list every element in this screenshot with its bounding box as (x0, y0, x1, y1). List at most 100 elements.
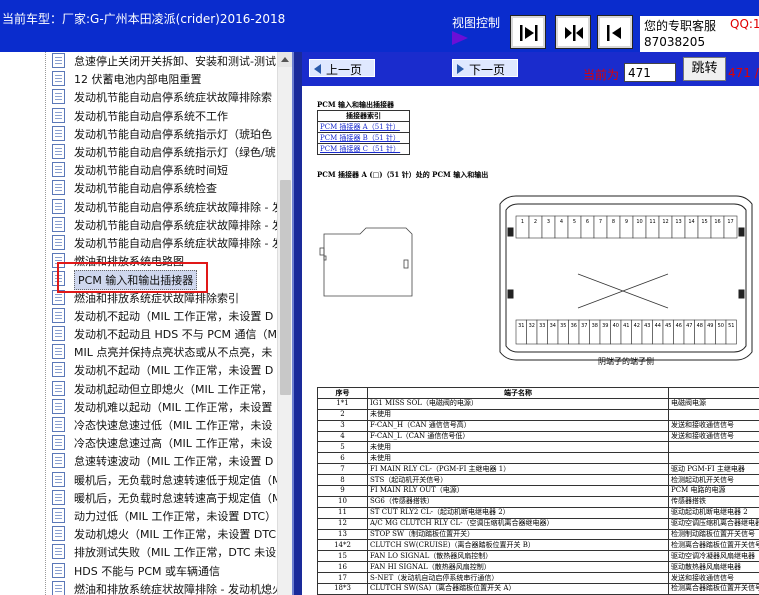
tree-item[interactable]: 发动机节能自动启停系统症状故障排除 - 发 (52, 234, 277, 252)
pin-number: 41 (623, 323, 629, 329)
tree-item-label: 发动机节能自动启停系统症状故障排除 - 发 (74, 200, 277, 214)
tree-item[interactable]: 发动机不起动（MIL 工作正常，未设置 D (52, 307, 277, 325)
diagram-caption: 阴端子的端子侧 (598, 357, 654, 366)
prev-page-button[interactable]: 上一页 (309, 59, 375, 77)
pin-number: 34 (550, 323, 556, 329)
tree-item-label: 发动机起动但立即熄火（MIL 工作正常， (74, 382, 273, 396)
page-number-input[interactable] (624, 63, 676, 82)
tree-item[interactable]: 发动机熄火（MIL 工作正常，未设置 DTC (52, 525, 277, 543)
table-row: 6 未使用 (317, 452, 759, 465)
pin-number: 31 (518, 323, 524, 329)
connector-b-link[interactable]: PCM 插接器 B（51 针） (317, 132, 410, 144)
table-cell: SG6（传感器搭铁） (367, 495, 669, 508)
tree-item[interactable]: 发动机不起动且 HDS 不与 PCM 通信（M (52, 325, 277, 343)
tree-item-label: 12 伏蓄电池内部电阻重置 (74, 73, 202, 87)
table-cell: 3 (317, 419, 368, 432)
table-cell: 2 (317, 408, 368, 421)
table-cell: FAN HI SIGNAL（散热器风扇控制） (367, 561, 669, 574)
pin-number: 11 (649, 219, 655, 225)
table-cell: 未使用 (367, 452, 669, 465)
connector-index-table: 插接器索引 PCM 插接器 A（51 针） PCM 插接器 B（51 针） PC… (317, 110, 410, 155)
tree-item-label: 发动机难以起动（MIL 工作正常，未设置 (74, 400, 273, 414)
tree-item[interactable]: 12 伏蓄电池内部电阻重置 (52, 70, 277, 88)
pin-number: 35 (560, 323, 566, 329)
pin-number: 46 (676, 323, 682, 329)
pin-number: 33 (539, 323, 545, 329)
expand-right-pane-button[interactable] (597, 15, 633, 49)
pin-number: 17 (727, 219, 733, 225)
tree-item[interactable]: HDS 不能与 PCM 或车辆通信 (52, 562, 277, 580)
document-tree-panel: 怠速停止关闭开关拆卸、安装和测试-测试 12 伏蓄电池内部电阻重置 发动机节能自动启… (0, 52, 292, 595)
tree-item[interactable]: 发动机节能自动启停系统指示灯（绿色/琥 (52, 143, 277, 161)
table-cell: 检测起动机开关信号 (668, 474, 759, 487)
connector-c-link[interactable]: PCM 插接器 C（51 针） (317, 143, 410, 155)
table-cell: ST CUT RLY2 CL-（起动机断电继电器 2） (367, 506, 669, 519)
pin-number: 10 (636, 219, 642, 225)
tree-item[interactable]: 冷态快速怠速过高（MIL 工作正常，未设 (52, 434, 277, 452)
collapse-left-icon (520, 25, 538, 41)
pin-number: 15 (701, 219, 707, 225)
jump-button[interactable]: 跳转 (683, 57, 726, 81)
tree-item[interactable]: 发动机不起动（MIL 工作正常，未设置 D (52, 361, 277, 379)
table-cell (668, 408, 759, 421)
collapse-left-pane-button[interactable] (510, 15, 546, 49)
table-cell: 1*1 (317, 397, 368, 410)
tree-item[interactable]: 暖机后，无负载时怠速转速高于规定值（M (52, 489, 277, 507)
tree-item[interactable]: 怠速停止关闭开关拆卸、安装和测试-测试 (52, 52, 277, 70)
table-cell: STS（起动机开关信号） (367, 474, 669, 487)
document-icon (52, 453, 65, 469)
tree-item[interactable]: 发动机节能自动启停系统症状故障排除 - 发 (52, 216, 277, 234)
tree-item[interactable]: 动力过低（MIL 工作正常，未设置 DTC） (52, 507, 277, 525)
tree-item[interactable]: 燃油和排放系统症状故障排除 - 发动机熄火 (52, 580, 277, 595)
pin-number: 4 (560, 219, 563, 225)
tree-item[interactable]: 发动机节能自动启停系统不工作 (52, 107, 277, 125)
pin-number: 9 (625, 219, 628, 225)
tree-item[interactable]: 发动机节能自动启停系统症状故障排除索 (52, 88, 277, 106)
service-qq[interactable]: QQ:1 (730, 17, 759, 31)
tree-item[interactable]: MIL 点亮并保持点亮状态或从不点亮，未 (52, 343, 277, 361)
current-page-label: 当前为 (583, 68, 620, 82)
pin-number: 40 (613, 323, 619, 329)
next-page-button[interactable]: 下一页 (452, 59, 518, 77)
tree-item[interactable]: 发动机难以起动（MIL 工作正常，未设置 (52, 398, 277, 416)
pane-splitter[interactable] (292, 52, 302, 595)
document-icon (52, 107, 65, 123)
tree-item-label: 发动机不起动（MIL 工作正常，未设置 D (74, 364, 274, 378)
tree-item[interactable]: 冷态快速怠速过低（MIL 工作正常，未设 (52, 416, 277, 434)
tree-item[interactable]: 发动机节能自动启停系统检查 (52, 179, 277, 197)
tree-item-label: MIL 点亮并保持点亮状态或从不点亮，未 (74, 346, 273, 360)
tree-scrollbar[interactable] (277, 52, 292, 595)
tree-item-label: 冷态快速怠速过高（MIL 工作正常，未设 (74, 437, 273, 451)
pin-table-header-cell: 序号 (317, 387, 368, 399)
tree-item[interactable]: 暖机后，无负载时怠速转速低于规定值（M (52, 471, 277, 489)
tree-item[interactable]: 发动机节能自动启停系统时间短 (52, 161, 277, 179)
table-row: 8 STS（起动机开关信号） 检测起动机开关信号 (317, 474, 759, 487)
table-cell: 驱动 PGM-FI 主继电器 (668, 463, 759, 476)
table-cell: 检测离合器踏板位置开关信号 (668, 583, 759, 595)
tree-item[interactable]: 发动机节能自动启停系统症状故障排除 - 发 (52, 198, 277, 216)
split-view-button[interactable] (555, 15, 591, 49)
tree-guide-line (45, 52, 46, 595)
scroll-thumb[interactable] (280, 180, 291, 395)
tree-item[interactable]: 发动机节能自动启停系统指示灯（琥珀色 (52, 125, 277, 143)
connector-a-link[interactable]: PCM 插接器 A（51 针） (317, 121, 410, 133)
pin-grid-top: 1 2 3 4 5 6 7 8 9 10 11 12 13 14 15 16 17 (515, 215, 738, 239)
scroll-up-icon[interactable] (278, 52, 292, 67)
pin-number: 5 (573, 219, 576, 225)
tree-item[interactable]: 发动机起动但立即熄火（MIL 工作正常， (52, 380, 277, 398)
tree-item[interactable]: 怠速转速波动（MIL 工作正常，未设置 D (52, 452, 277, 470)
tree-item-label: 发动机节能自动启停系统症状故障排除 - 发 (74, 218, 277, 232)
pin-table-header-cell (668, 387, 759, 399)
document-tree: 怠速停止关闭开关拆卸、安装和测试-测试 12 伏蓄电池内部电阻重置 发动机节能自动启… (0, 52, 277, 595)
tree-item[interactable]: 排放测试失败（MIL 工作正常，DTC 未设 (52, 543, 277, 561)
table-cell: A/C MG CLUTCH RLY CL-（空调压缩机离合器继电器） (367, 517, 669, 530)
table-row: 5 未使用 (317, 441, 759, 454)
table-cell: F-CAN_H（CAN 通信信号高） (367, 419, 669, 432)
pin-grid-bottom: 31 32 33 34 35 36 37 38 39 40 41 42 43 44 45 46 47 48 49 50… (515, 319, 737, 345)
tree-item-label: 发动机节能自动启停系统指示灯（绿色/琥 (74, 146, 276, 159)
document-icon (52, 344, 65, 360)
document-icon (52, 489, 65, 505)
tree-item-label: 暖机后，无负载时怠速转速低于规定值（M (74, 473, 277, 487)
current-car-model: 当前车型：厂家:G-广州本田凌派(crider)2016-2018 (2, 12, 286, 26)
pin-number: 45 (665, 323, 671, 329)
